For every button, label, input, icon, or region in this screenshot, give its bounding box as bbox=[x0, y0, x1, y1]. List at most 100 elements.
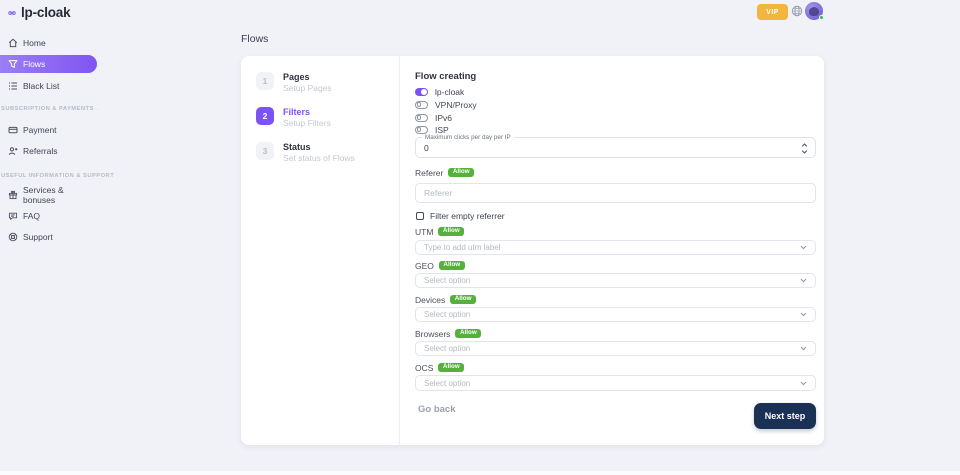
vip-button[interactable]: VIP bbox=[757, 4, 788, 20]
window-bottom-edge bbox=[0, 471, 960, 475]
devices-select[interactable]: Select option bbox=[415, 307, 816, 322]
utm-select[interactable]: Type to add utm label bbox=[415, 240, 816, 255]
mask-icon bbox=[7, 8, 17, 18]
toggle-knob bbox=[417, 115, 422, 120]
wizard-step-pages[interactable]: 1 Pages Setup Pages bbox=[256, 72, 332, 94]
payment-icon bbox=[8, 125, 18, 135]
select-placeholder: Select option bbox=[424, 276, 800, 285]
flow-creating-card: 1 Pages Setup Pages 2 Filters Setup Filt… bbox=[241, 56, 824, 445]
chevron-down-icon bbox=[800, 346, 807, 351]
filter-empty-referrer-row[interactable]: Filter empty referrer bbox=[416, 211, 505, 221]
sidebar-item-support[interactable]: Support bbox=[0, 228, 97, 246]
referer-label-row: Referer Allow bbox=[415, 167, 474, 178]
browsers-allow-badge[interactable]: Allow bbox=[455, 329, 481, 338]
chevron-down-icon bbox=[800, 381, 807, 386]
sidebar-item-referrals[interactable]: Referrals bbox=[0, 142, 97, 160]
chevron-down-icon bbox=[800, 245, 807, 250]
brand-logo[interactable]: lp-cloak bbox=[7, 5, 70, 20]
lp-cloak-toggle[interactable] bbox=[415, 88, 428, 96]
online-status-dot bbox=[819, 15, 824, 20]
select-placeholder: Select option bbox=[424, 310, 800, 319]
isp-toggle[interactable] bbox=[415, 126, 428, 134]
step-subtitle: Setup Pages bbox=[283, 83, 332, 94]
sidebar-item-label: Support bbox=[23, 232, 53, 242]
sidebar-item-label: Services & bonuses bbox=[23, 185, 97, 205]
select-placeholder: Select option bbox=[424, 344, 800, 353]
wizard-step-status[interactable]: 3 Status Set status of Flows bbox=[256, 142, 355, 164]
ocs-allow-badge[interactable]: Allow bbox=[438, 363, 464, 372]
black-list-icon bbox=[8, 81, 18, 91]
toggle-row-vpn-proxy: VPN/Proxy bbox=[415, 100, 477, 110]
step-subtitle: Set status of Flows bbox=[283, 153, 355, 164]
home-icon bbox=[8, 38, 18, 48]
step-number: 2 bbox=[256, 107, 274, 125]
section-title: SUBSCRIPTION & PAYMENTS bbox=[1, 106, 94, 112]
chevron-down-icon bbox=[800, 312, 807, 317]
sidebar-item-label: FAQ bbox=[23, 211, 40, 221]
toggle-label: IPv6 bbox=[435, 113, 452, 123]
vpn-proxy-toggle[interactable] bbox=[415, 101, 428, 109]
card-divider bbox=[399, 56, 400, 445]
go-back-button[interactable]: Go back bbox=[418, 404, 456, 415]
sidebar-item-label: Flows bbox=[23, 59, 45, 69]
gift-icon bbox=[8, 190, 18, 200]
support-icon bbox=[8, 232, 18, 242]
max-clicks-input[interactable] bbox=[424, 138, 784, 157]
sidebar-item-label: Home bbox=[23, 38, 46, 48]
avatar[interactable] bbox=[805, 2, 823, 20]
sidebar-item-flows[interactable]: Flows bbox=[0, 55, 97, 73]
step-subtitle: Setup Filters bbox=[283, 118, 331, 129]
select-placeholder: Select option bbox=[424, 379, 800, 388]
geo-label-row: GEO Allow bbox=[415, 260, 465, 271]
devices-label: Devices bbox=[415, 295, 445, 305]
step-title: Status bbox=[283, 142, 355, 153]
step-number: 1 bbox=[256, 72, 274, 90]
sidebar: lp-cloak Home Flows Black List SUBSCRIPT… bbox=[0, 0, 97, 475]
geo-select[interactable]: Select option bbox=[415, 273, 816, 288]
brand-name: lp-cloak bbox=[21, 5, 70, 20]
referer-input[interactable] bbox=[415, 183, 816, 203]
sidebar-item-label: Payment bbox=[23, 125, 57, 135]
chevron-down-icon bbox=[800, 278, 807, 283]
next-step-button[interactable]: Next step bbox=[754, 403, 816, 429]
ocs-label-row: OCS Allow bbox=[415, 362, 464, 373]
checkbox-label: Filter empty referrer bbox=[430, 211, 505, 221]
sidebar-item-services-bonuses[interactable]: Services & bonuses bbox=[0, 186, 97, 204]
utm-allow-badge[interactable]: Allow bbox=[438, 227, 464, 236]
sidebar-section-subscription: SUBSCRIPTION & PAYMENTS bbox=[1, 105, 97, 113]
browsers-select[interactable]: Select option bbox=[415, 341, 816, 356]
number-stepper-icon[interactable] bbox=[801, 142, 808, 155]
toggle-row-lp-cloak: lp-cloak bbox=[415, 87, 464, 97]
sidebar-item-label: Referrals bbox=[23, 146, 57, 156]
referer-label: Referer bbox=[415, 168, 443, 178]
globe-icon[interactable] bbox=[791, 5, 803, 17]
toggle-knob bbox=[417, 127, 422, 132]
devices-label-row: Devices Allow bbox=[415, 294, 476, 305]
sidebar-item-black-list[interactable]: Black List bbox=[0, 77, 97, 95]
toggle-row-ipv6: IPv6 bbox=[415, 113, 452, 123]
ipv6-toggle[interactable] bbox=[415, 114, 428, 122]
devices-allow-badge[interactable]: Allow bbox=[450, 295, 476, 304]
step-number: 3 bbox=[256, 142, 274, 160]
referer-allow-badge[interactable]: Allow bbox=[448, 168, 474, 177]
utm-label-row: UTM Allow bbox=[415, 226, 464, 237]
referrals-icon bbox=[8, 146, 18, 156]
toggle-knob bbox=[421, 89, 427, 95]
app-root: lp-cloak Home Flows Black List SUBSCRIPT… bbox=[0, 0, 960, 475]
wizard-step-filters[interactable]: 2 Filters Setup Filters bbox=[256, 107, 331, 129]
geo-label: GEO bbox=[415, 261, 434, 271]
max-clicks-field: Maximum clicks per day per IP bbox=[415, 137, 816, 158]
sidebar-item-faq[interactable]: FAQ bbox=[0, 207, 97, 225]
ocs-select[interactable]: Select option bbox=[415, 375, 816, 391]
browsers-label: Browsers bbox=[415, 329, 450, 339]
step-title: Pages bbox=[283, 72, 332, 83]
flows-icon bbox=[8, 59, 18, 69]
form-title: Flow creating bbox=[415, 71, 476, 82]
ocs-label: OCS bbox=[415, 363, 433, 373]
sidebar-section-support: USEFUL INFORMATION & SUPPORT bbox=[1, 172, 97, 180]
geo-allow-badge[interactable]: Allow bbox=[439, 261, 465, 270]
filter-empty-referrer-checkbox[interactable] bbox=[416, 212, 424, 220]
step-title: Filters bbox=[283, 107, 331, 118]
sidebar-item-home[interactable]: Home bbox=[0, 34, 97, 52]
sidebar-item-payment[interactable]: Payment bbox=[0, 121, 97, 139]
